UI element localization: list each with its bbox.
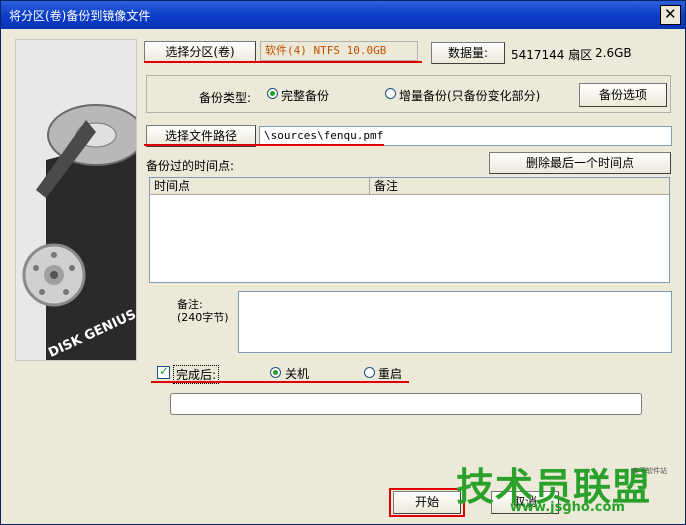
full-backup-radio[interactable] <box>267 88 278 99</box>
selected-partition-field: 软件(4) NTFS 10.0GB <box>260 41 418 61</box>
shutdown-label: 关机 <box>285 367 310 381</box>
full-backup-label: 完整备份 <box>281 89 330 103</box>
column-header-timepoint[interactable]: 时间点 <box>150 178 370 195</box>
hard-disk-illustration: DISK GENIUS <box>16 40 136 360</box>
shutdown-radio[interactable] <box>270 367 281 378</box>
delete-last-timepoint-button[interactable]: 删除最后一个时间点 <box>489 152 671 174</box>
title-bar: 将分区(卷)备份到镜像文件 ✕ <box>1 1 685 29</box>
checkmark-icon: ✓ <box>159 364 170 378</box>
progress-bar <box>170 393 642 415</box>
close-icon: ✕ <box>664 5 677 23</box>
after-completion-checkbox[interactable]: ✓ <box>157 364 170 379</box>
partition-size: 2.6GB <box>595 46 632 60</box>
file-path-input[interactable]: \sources\fenqu.pmf <box>259 126 672 146</box>
column-header-note[interactable]: 备注 <box>370 178 669 195</box>
backup-type-label: 备份类型: <box>199 91 252 105</box>
sector-count: 5417144 扇区 <box>511 48 593 62</box>
watermark-url: www.jsgho.com <box>510 500 625 515</box>
annotation-underline-completion <box>151 381 409 383</box>
annotation-underline-partition <box>144 61 422 63</box>
backup-dialog: 将分区(卷)备份到镜像文件 ✕ DISK GENIUS 选择分区(卷) 软件(4… <box>0 0 686 525</box>
watermark: 技术员联盟 www.jsgho.com 安下软件站 <box>456 456 676 522</box>
annotation-box-start <box>389 488 465 517</box>
timepoints-list[interactable]: 时间点 备注 <box>149 177 670 283</box>
close-button[interactable]: ✕ <box>660 5 681 25</box>
timepoints-label: 备份过的时间点: <box>146 159 235 173</box>
notes-textarea[interactable] <box>238 291 672 353</box>
window-title: 将分区(卷)备份到镜像文件 <box>9 9 151 23</box>
incremental-backup-label: 增量备份(只备份变化部分) <box>399 89 541 103</box>
incremental-backup-radio[interactable] <box>385 88 396 99</box>
annotation-underline-path <box>144 144 384 146</box>
restart-radio[interactable] <box>364 367 375 378</box>
data-size-button[interactable]: 数据量: <box>431 42 505 64</box>
watermark-sub: 安下软件站 <box>632 467 667 475</box>
restart-label: 重启 <box>378 367 403 381</box>
select-partition-button[interactable]: 选择分区(卷) <box>144 41 256 63</box>
disk-genius-image: DISK GENIUS <box>15 39 137 361</box>
backup-options-button[interactable]: 备份选项 <box>579 83 667 107</box>
notes-limit-label: (240字节) <box>177 311 229 324</box>
